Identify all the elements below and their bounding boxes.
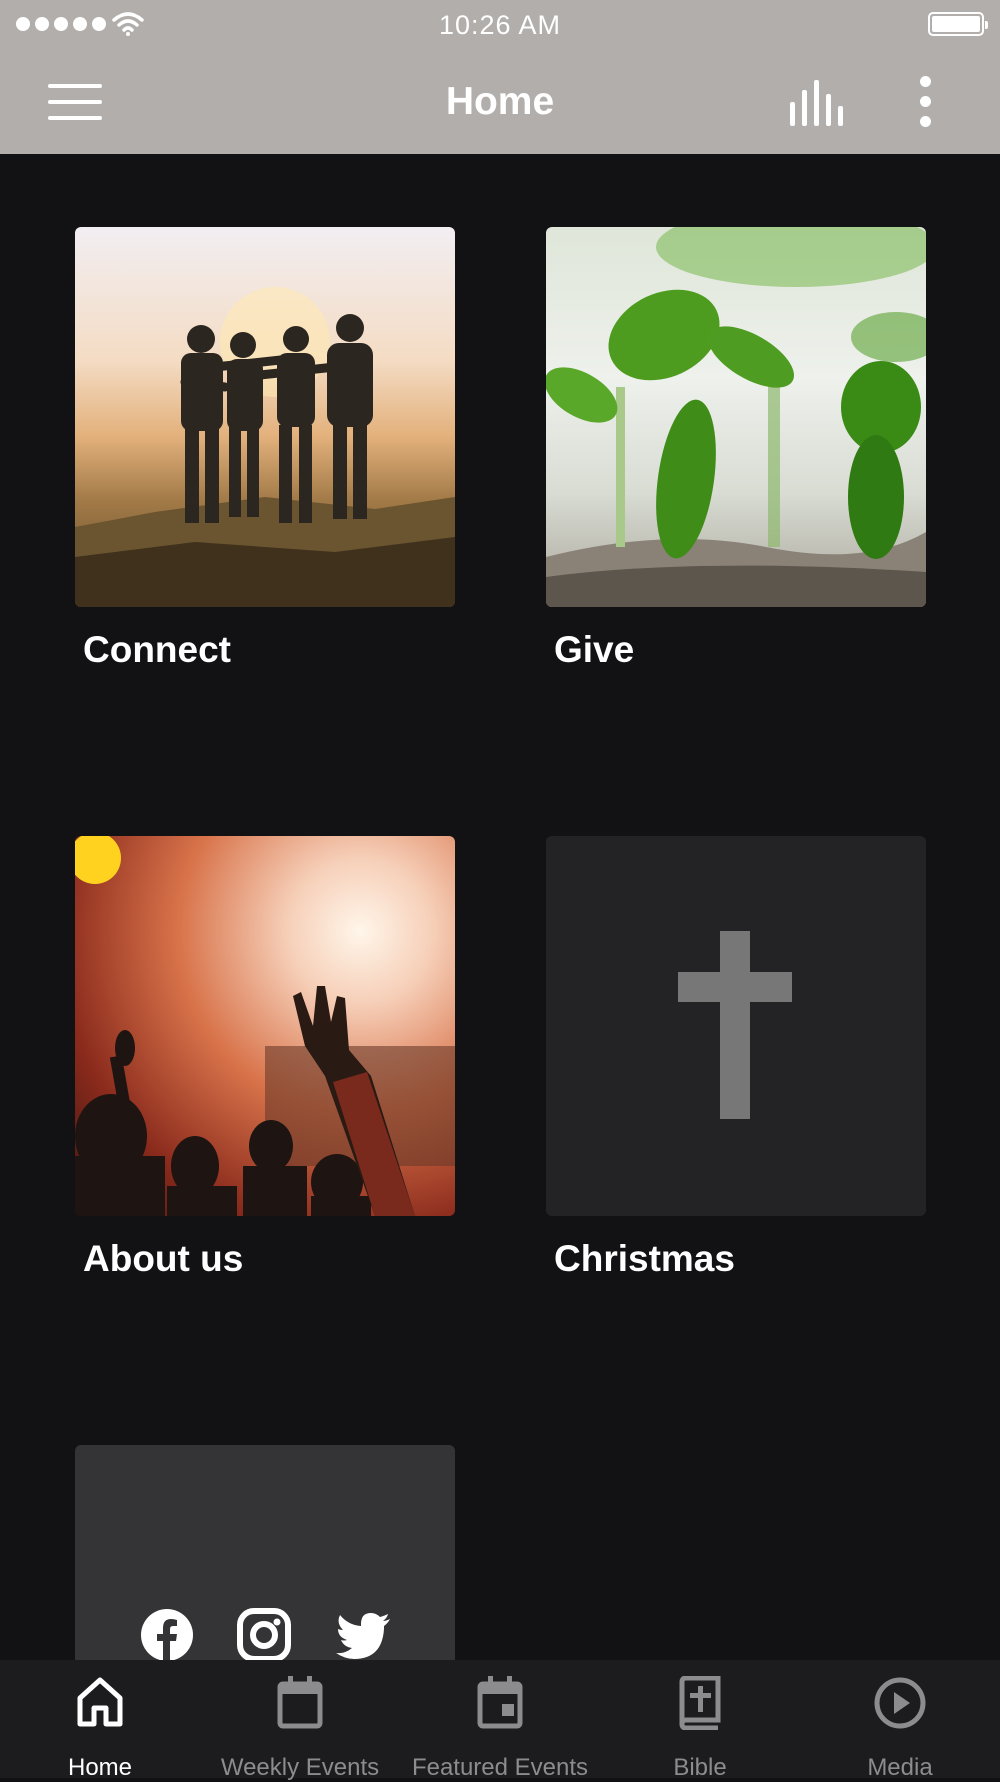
give-image	[546, 227, 926, 607]
tile-label: Christmas	[554, 1238, 735, 1279]
calendar-event-icon	[477, 1676, 523, 1729]
home-icon	[77, 1677, 123, 1727]
more-options-icon[interactable]	[910, 76, 940, 128]
connect-image	[75, 227, 455, 607]
top-navigation-bar: Home	[0, 50, 1000, 154]
social-links-panel	[75, 1445, 455, 1660]
status-time: 10:26 AM	[438, 10, 562, 40]
page-title: Home	[445, 80, 555, 123]
tab-home[interactable]: Home	[0, 1660, 200, 1781]
tab-media[interactable]: Media	[800, 1660, 1000, 1781]
tile-label: Connect	[83, 629, 231, 670]
twitter-icon[interactable]	[336, 1613, 392, 1660]
tile-label: Give	[554, 629, 635, 670]
audio-bars-icon[interactable]	[790, 80, 846, 126]
tab-bible[interactable]: Bible	[600, 1660, 800, 1781]
tile-about-us[interactable]: About us	[75, 836, 455, 1280]
tile-label: About us	[83, 1238, 244, 1279]
play-circle-icon	[874, 1677, 926, 1729]
tile-give[interactable]: Give	[546, 227, 926, 671]
instagram-icon[interactable]	[237, 1608, 291, 1660]
facebook-icon[interactable]	[140, 1608, 194, 1660]
calendar-icon	[277, 1676, 323, 1729]
bible-icon	[679, 1676, 721, 1730]
tile-connect[interactable]: Connect	[75, 227, 455, 671]
status-bar: 10:26 AM	[0, 0, 1000, 50]
about-us-image	[75, 836, 455, 1216]
bottom-tab-bar: Home Weekly Events Featured Events Bible	[0, 1660, 1000, 1781]
tab-featured-events[interactable]: Featured Events	[400, 1660, 600, 1781]
tab-weekly-events[interactable]: Weekly Events	[200, 1660, 400, 1781]
cross-icon	[678, 931, 792, 1119]
christmas-placeholder	[546, 836, 926, 1216]
tile-social	[75, 1445, 455, 1660]
tile-christmas[interactable]: Christmas	[546, 836, 926, 1280]
battery-icon	[928, 12, 988, 36]
